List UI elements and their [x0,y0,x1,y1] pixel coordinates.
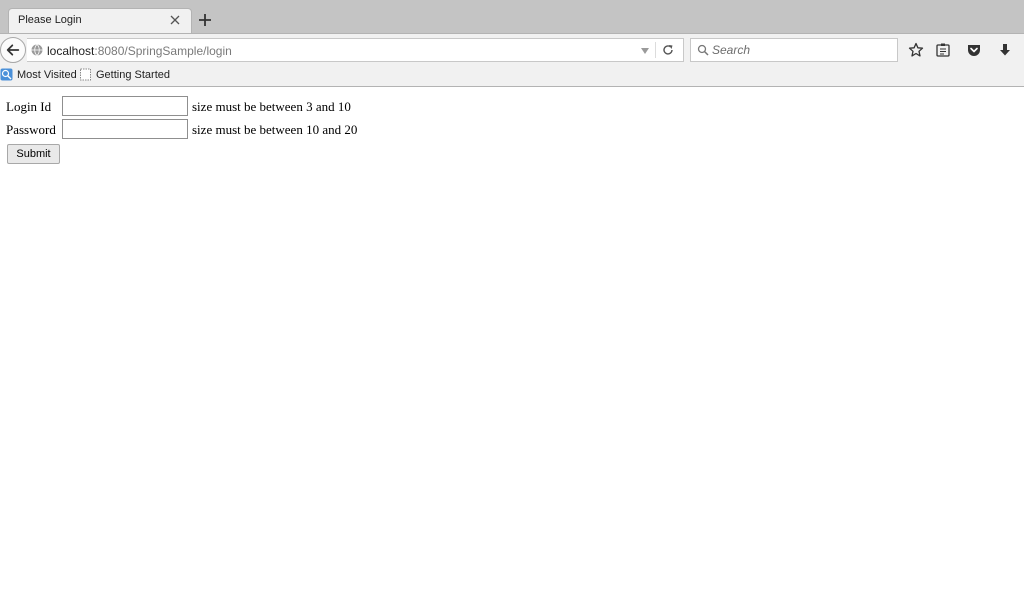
download-icon[interactable] [997,42,1013,58]
tab-strip: Please Login [0,0,1024,33]
reload-icon[interactable] [662,44,674,56]
new-tab-icon[interactable] [197,12,213,28]
tab-please-login[interactable]: Please Login [8,8,192,33]
password-error: size must be between 10 and 20 [192,122,358,137]
close-icon[interactable] [169,14,181,26]
chevron-down-icon[interactable] [640,47,650,55]
back-arrow-icon [6,44,20,56]
url-text[interactable]: localhost:8080/SpringSample/login [47,44,232,58]
reading-list-icon[interactable] [935,42,951,58]
back-button[interactable] [0,37,26,63]
password-label: Password [6,122,56,137]
pocket-icon[interactable] [966,42,982,58]
search-icon [697,44,709,56]
bookmarks-bar: Most Visited Getting Started [0,64,1024,87]
search-input[interactable] [712,41,892,59]
address-bar[interactable]: localhost:8080/SpringSample/login [27,38,684,62]
bookmark-label: Most Visited [17,69,77,81]
url-separator [655,42,656,58]
login-id-input[interactable] [62,96,188,116]
tab-title: Please Login [18,14,82,26]
login-id-error: size must be between 3 and 10 [192,99,351,114]
bookmark-label: Getting Started [96,69,170,81]
star-icon[interactable] [908,42,924,58]
globe-icon [31,44,43,56]
search-bar[interactable] [690,38,898,62]
page-icon [80,68,91,81]
navigation-bar: localhost:8080/SpringSample/login [0,33,1024,64]
url-path: :8080/SpringSample/login [94,44,232,58]
url-host: localhost [47,44,95,58]
most-visited-icon [0,68,13,81]
submit-button[interactable]: Submit [7,144,60,164]
login-id-label: Login Id [6,99,52,114]
password-input[interactable] [62,119,188,139]
page-content: Login Id size must be between 3 and 10 P… [0,87,1024,596]
